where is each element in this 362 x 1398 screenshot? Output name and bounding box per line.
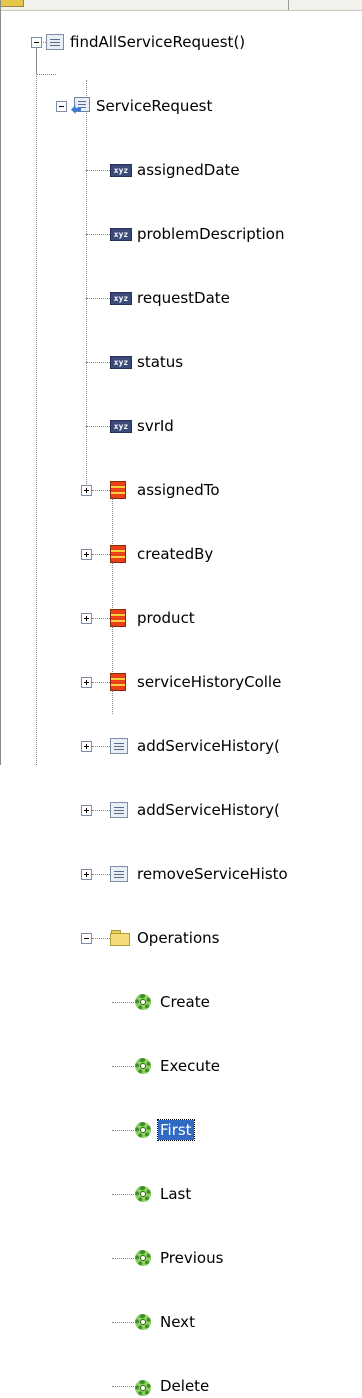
- tree-node-label: assignedTo: [137, 481, 220, 499]
- tree-guide-line: [86, 170, 110, 171]
- operation-gear-icon: [133, 1378, 153, 1398]
- tree-node-label: findAllServiceRequest(): [70, 33, 246, 51]
- tree-node-label: addServiceHistory(: [137, 801, 280, 819]
- expand-toggle[interactable]: [81, 677, 92, 688]
- tree-node-label: Delete: [160, 1377, 210, 1395]
- tree-node-label: Previous: [160, 1249, 224, 1267]
- tree-node-label: Next: [160, 1313, 195, 1331]
- tree-guide-line: [92, 938, 110, 939]
- accessor-icon: [110, 609, 126, 627]
- tree-node-label-selected: First: [157, 1119, 195, 1141]
- header-strip: [0, 0, 362, 11]
- accessor-icon: [110, 673, 126, 691]
- operation-gear-icon: [133, 1184, 153, 1204]
- tree-node-label: Last: [160, 1185, 192, 1203]
- expand-toggle[interactable]: [81, 805, 92, 816]
- tree-guide-line: [112, 1130, 134, 1131]
- tree-guide-line: [92, 746, 110, 747]
- tree-node-label: serviceHistoryColle: [137, 673, 282, 691]
- tree-node-label: createdBy: [137, 545, 214, 563]
- attribute-icon: xyz: [110, 227, 132, 241]
- tree-guide-line: [112, 1194, 134, 1195]
- tree-guide-line: [86, 298, 110, 299]
- folder-icon: [110, 930, 130, 946]
- tree-guide-line: [86, 80, 87, 490]
- attribute-icon: xyz: [110, 355, 132, 369]
- collapse-toggle[interactable]: [56, 101, 67, 112]
- expand-toggle[interactable]: [81, 741, 92, 752]
- operation-gear-icon: [133, 1248, 153, 1268]
- tree-guide-line: [36, 74, 56, 75]
- expand-toggle[interactable]: [81, 549, 92, 560]
- tree-node-label: removeServiceHisto: [137, 865, 288, 883]
- header-divider: [288, 0, 289, 10]
- tree-guide-line: [92, 810, 110, 811]
- tree-guide-line: [86, 426, 110, 427]
- tree-node-label: svrId: [137, 417, 174, 435]
- panel-left-border: [0, 0, 1, 765]
- accessor-icon: [110, 545, 126, 563]
- method-icon: [110, 866, 128, 882]
- tree-node-label: product: [137, 609, 195, 627]
- method-icon: [110, 738, 128, 754]
- tree-guide-line: [112, 1002, 134, 1003]
- tree-guide-line: [36, 48, 37, 74]
- operation-gear-icon: [133, 1312, 153, 1332]
- tree-node-label: Execute: [160, 1057, 220, 1075]
- tree-guide-line: [36, 48, 37, 765]
- tree-node-label: addServiceHistory(: [137, 737, 280, 755]
- tree-node-label: Create: [160, 993, 210, 1011]
- operation-gear-icon: [133, 1056, 153, 1076]
- tree-guide-line: [112, 1386, 134, 1387]
- tree-guide-line: [92, 682, 110, 683]
- expand-toggle[interactable]: [81, 613, 92, 624]
- attribute-icon: xyz: [110, 419, 132, 433]
- tree-guide-line: [92, 618, 110, 619]
- folder-body: [110, 933, 130, 946]
- tree-guide-line: [92, 874, 110, 875]
- tree-guide-line: [86, 234, 110, 235]
- operation-gear-icon: [133, 992, 153, 1012]
- return-collection-icon: [71, 97, 91, 115]
- accessor-icon: [110, 481, 126, 499]
- tree-node-label: assignedDate: [137, 161, 240, 179]
- method-icon: [110, 802, 128, 818]
- attribute-icon: xyz: [110, 163, 132, 177]
- tree-guide-line: [112, 1066, 134, 1067]
- expand-toggle[interactable]: [81, 485, 92, 496]
- tree-node-label: Operations: [137, 929, 220, 947]
- tree-guide-line: [112, 1322, 134, 1323]
- structure-tree-panel: { "tree": { "root": { "label": "findAllS…: [0, 0, 362, 1396]
- tree-guide-line: [112, 1258, 134, 1259]
- tree-node-label: requestDate: [137, 289, 230, 307]
- attribute-icon: xyz: [110, 291, 132, 305]
- tree-guide-line: [92, 554, 110, 555]
- tree-node-label: status: [137, 353, 184, 371]
- collapse-toggle[interactable]: [81, 933, 92, 944]
- operation-gear-icon: [133, 1120, 153, 1140]
- collapse-toggle[interactable]: [31, 37, 42, 48]
- expand-toggle[interactable]: [81, 869, 92, 880]
- panel-tab-marker: [0, 0, 24, 7]
- tree-guide-line: [86, 362, 110, 363]
- tree-node-label: problemDescription: [137, 225, 285, 243]
- tree-node-label: ServiceRequest: [96, 97, 213, 115]
- tree-guide-line: [92, 490, 110, 491]
- method-icon: [46, 34, 64, 50]
